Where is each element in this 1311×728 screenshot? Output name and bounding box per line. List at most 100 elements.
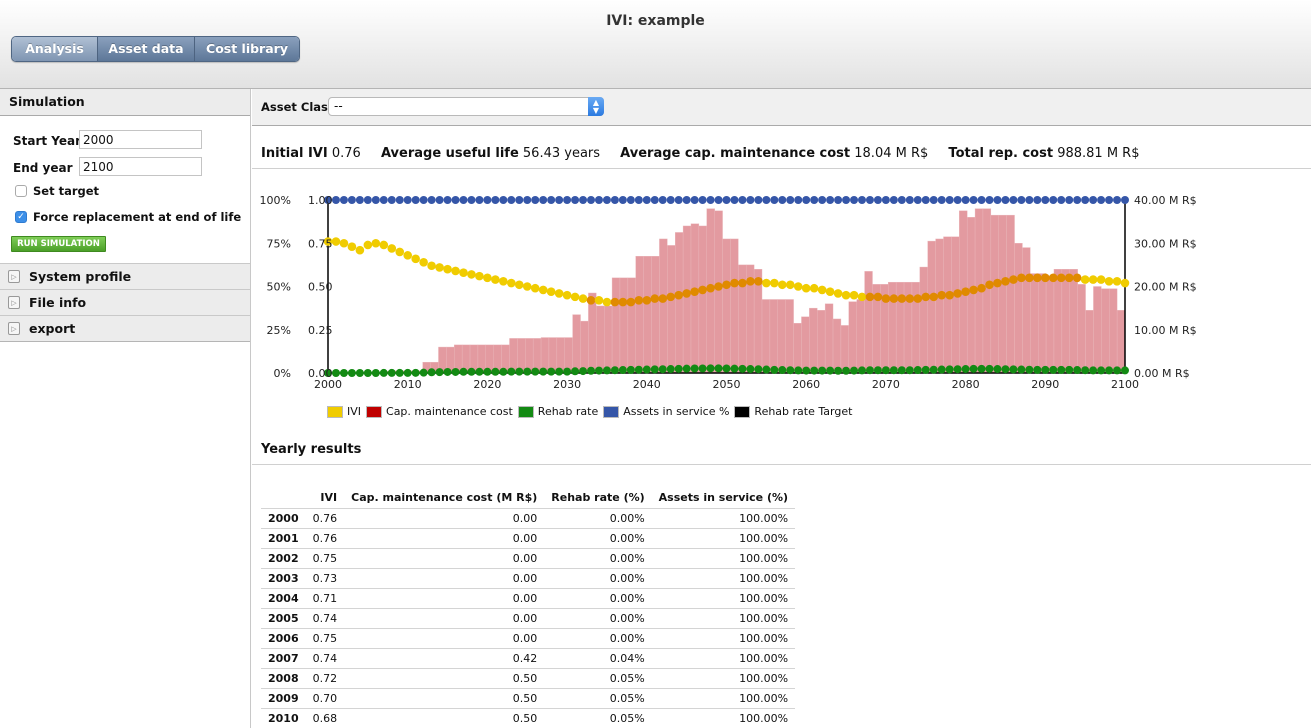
end-year-input[interactable] [79, 157, 202, 176]
assets-point [905, 196, 914, 204]
ivi-point [1033, 273, 1042, 283]
x-tick-label: 2030 [553, 378, 581, 391]
set-target-checkbox-row[interactable]: Set target [15, 184, 99, 198]
rehab-point [658, 365, 667, 374]
ivi-point [395, 247, 405, 257]
rehab-point [1089, 366, 1098, 375]
tab-cost-library[interactable]: Cost library [195, 37, 299, 61]
assets-point [730, 196, 739, 204]
ivi-point [610, 297, 620, 307]
accordion-label: export [29, 321, 76, 336]
assets-point [555, 196, 564, 204]
ivi-point [770, 278, 779, 288]
cost-bar [627, 277, 636, 374]
yearly-results-title: Yearly results [261, 442, 362, 457]
rehab-point [491, 367, 500, 376]
ivi-point [953, 289, 962, 298]
ivi-point [1017, 273, 1026, 283]
cell-cost: 0.00 [344, 627, 545, 648]
rehab-point [722, 364, 731, 373]
assets-point [738, 196, 747, 204]
rehab-point [435, 368, 444, 377]
asset-class-select[interactable]: -- ▲ ▼ [328, 97, 604, 116]
ivi-point [554, 289, 564, 298]
ivi-point [1064, 273, 1074, 283]
assets-point [539, 196, 548, 204]
rehab-point [1041, 365, 1050, 374]
main-tabs: Analysis Asset data Cost library [11, 36, 300, 62]
set-target-checkbox[interactable] [15, 185, 27, 197]
rehab-point [897, 366, 906, 375]
rehab-point [746, 365, 755, 374]
assets-point [563, 196, 572, 204]
ivi-point [841, 290, 851, 300]
assets-point [571, 196, 580, 204]
accordion-export[interactable]: ▷ export [0, 315, 250, 341]
rehab-point [1121, 366, 1129, 375]
start-year-input[interactable] [79, 130, 202, 149]
cost-bar [1006, 214, 1015, 374]
ivi-point [738, 278, 747, 288]
rehab-point [953, 365, 962, 374]
tab-analysis[interactable]: Analysis [12, 37, 98, 61]
cost-bar [1093, 286, 1102, 374]
y-right-tick-label: 0.00 M R$ [1134, 367, 1190, 380]
col-assets: Assets in service (%) [658, 491, 789, 505]
cell-ivi: 0.76 [305, 507, 345, 528]
table-row: 2008 0.72 0.50 0.05% 100.00% [261, 667, 796, 688]
run-simulation-button[interactable]: RUN SIMULATION [11, 236, 106, 252]
cost-bar [1101, 288, 1110, 374]
rehab-point [993, 365, 1002, 374]
cell-cost: 0.00 [344, 527, 545, 548]
ivi-point [698, 285, 707, 295]
force-replacement-checkbox-row[interactable]: ✓ Force replacement at end of life [15, 210, 241, 224]
rehab-point [427, 368, 436, 377]
cost-bar [730, 238, 739, 374]
accordion-system-profile[interactable]: ▷ System profile [0, 263, 250, 289]
accordion-file-info[interactable]: ▷ File info [0, 289, 250, 315]
rehab-point [913, 366, 922, 375]
ivi-point [961, 287, 970, 296]
ivi-point [570, 292, 580, 302]
ivi-point [475, 271, 484, 281]
stat-avg-cap-maintenance: Average cap. maintenance cost 18.04 M R$ [620, 146, 929, 161]
cell-cost: 0.42 [344, 647, 545, 668]
x-tick-label: 2090 [1031, 378, 1059, 391]
rehab-point [475, 367, 484, 376]
cell-cost: 0.50 [344, 687, 545, 708]
cell-ivi: 0.71 [305, 587, 345, 608]
cell-assets: 100.00% [651, 567, 796, 588]
rehab-point [682, 364, 691, 373]
force-replacement-checkbox[interactable]: ✓ [15, 211, 27, 223]
assets-point [897, 196, 906, 204]
assets-point [387, 196, 396, 204]
ivi-point [379, 240, 389, 250]
cost-bar [998, 214, 1007, 374]
col-cost: Cap. maintenance cost (M R$) [351, 491, 538, 505]
ivi-point [977, 283, 986, 293]
rehab-point [842, 366, 851, 375]
assets-point [754, 196, 763, 204]
cell-assets: 100.00% [651, 527, 796, 548]
asset-class-label: Asset Class [261, 100, 335, 114]
assets-point [618, 196, 627, 204]
cell-cost: 0.00 [344, 607, 545, 628]
assets-point [355, 196, 364, 204]
cost-bar [714, 210, 723, 374]
cost-bar [1109, 288, 1118, 374]
assets-point [459, 196, 468, 204]
tab-asset-data[interactable]: Asset data [98, 37, 195, 61]
ivi-point [658, 294, 668, 303]
cost-bar [1069, 268, 1078, 374]
stat-initial-ivi: Initial IVI 0.76 [261, 146, 361, 161]
assets-point [507, 196, 516, 204]
ivi-point [562, 290, 572, 300]
rehab-point [921, 365, 930, 374]
assets-point [610, 196, 619, 204]
assets-point [802, 196, 811, 204]
rehab-point [674, 364, 683, 373]
rehab-point [786, 366, 795, 375]
cell-year: 2007 [261, 647, 306, 668]
cell-cost: 0.00 [344, 567, 545, 588]
rehab-point [515, 367, 524, 376]
